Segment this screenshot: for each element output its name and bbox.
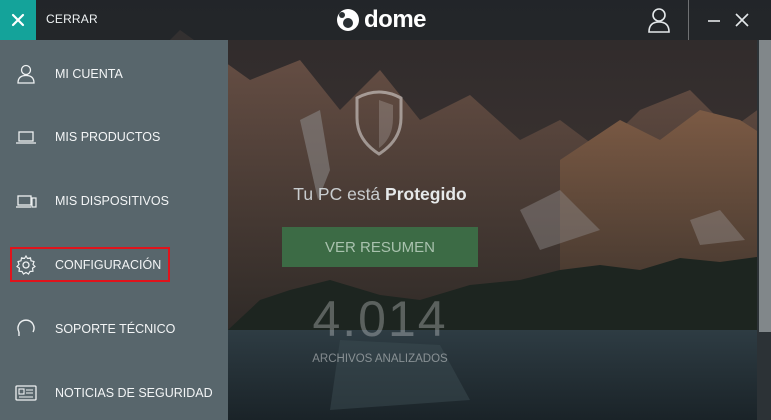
window-close-icon [735,13,749,27]
user-icon [17,64,35,84]
status-prefix: Tu PC está [293,184,381,204]
user-account-button[interactable] [646,6,672,34]
protection-status: Tu PC está Protegido [228,184,532,205]
devices-icon [16,195,37,208]
close-icon [11,13,25,27]
news-icon [15,385,37,401]
menu-item-label: MIS DISPOSITIVOS [55,194,169,208]
menu-item-mi-cuenta[interactable]: MI CUENTA [0,49,228,99]
menu-item-configuracion[interactable]: CONFIGURACIÓN [0,240,228,290]
title-bar: CERRAR dome [0,0,771,40]
view-summary-button[interactable]: VER RESUMEN [282,227,478,267]
shield-icon [355,90,403,156]
window-close-button[interactable] [734,10,750,30]
panda-logo-icon [337,9,359,31]
menu-item-noticias-de-seguridad[interactable]: NOTICIAS DE SEGURIDAD [0,368,228,418]
menu-item-mis-productos[interactable]: MIS PRODUCTOS [0,112,228,162]
app-logo: dome [336,6,427,34]
menu-item-label: MIS PRODUCTOS [55,130,161,144]
status-state: Protegido [385,184,467,204]
menu-item-label: CONFIGURACIÓN [55,258,162,272]
side-menu: MI CUENTA MIS PRODUCTOS MIS DISPOSITIVOS… [0,40,228,420]
menu-item-label: SOPORTE TÉCNICO [55,322,176,336]
main-content: Tu PC está Protegido VER RESUMEN 4.014 A… [228,40,757,420]
menu-item-label: NOTICIAS DE SEGURIDAD [55,386,213,400]
close-menu-button[interactable] [0,0,36,40]
gear-icon [16,254,36,275]
menu-item-label: MI CUENTA [55,67,123,81]
menu-item-mis-dispositivos[interactable]: MIS DISPOSITIVOS [0,176,228,226]
support-icon [17,319,35,336]
close-menu-label[interactable]: CERRAR [46,12,98,26]
menu-item-soporte-tecnico[interactable]: SOPORTE TÉCNICO [0,304,228,354]
logo-text: dome [364,6,427,33]
files-scanned-count: 4.014 [312,291,448,347]
scrollbar-thumb[interactable] [759,40,771,332]
minimize-icon [708,20,720,22]
files-scanned-label: ARCHIVOS ANALIZADOS [312,353,448,365]
titlebar-divider [688,0,689,40]
minimize-button[interactable] [706,10,722,30]
laptop-icon [16,131,36,144]
user-icon [648,8,670,33]
